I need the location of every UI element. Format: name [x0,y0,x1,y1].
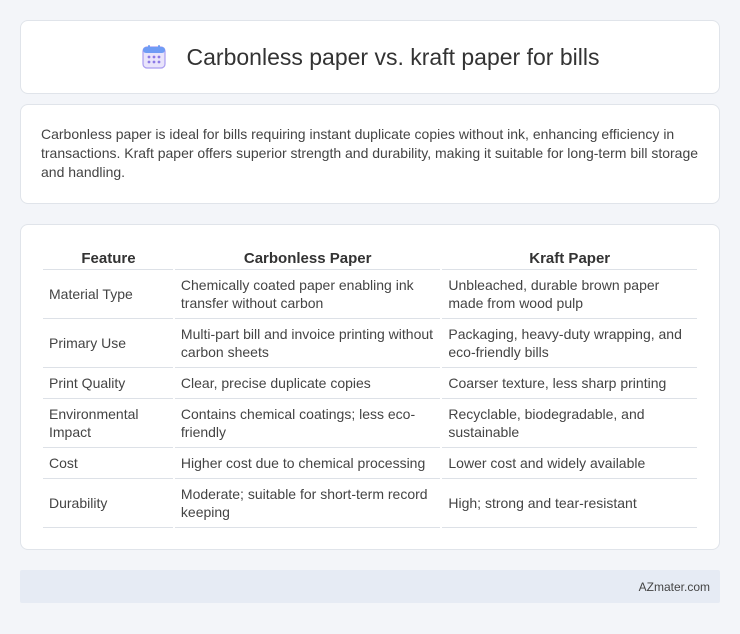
carbonless-cell: Multi-part bill and invoice printing wit… [173,318,443,368]
footer-source-link[interactable]: AZmater.com [639,580,710,594]
kraft-cell: Packaging, heavy-duty wrapping, and eco-… [441,318,699,368]
kraft-cell: Lower cost and widely available [441,447,699,479]
title-row: Carbonless paper vs. kraft paper for bil… [141,43,600,71]
carbonless-cell: Moderate; suitable for short-term record… [173,478,443,528]
feature-cell: Material Type [43,269,175,319]
header-feature: Feature [43,245,174,270]
summary-card: Carbonless paper is ideal for bills requ… [20,104,720,204]
carbonless-cell: Contains chemical coatings; less eco-fri… [173,398,443,448]
kraft-cell: Unbleached, durable brown paper made fro… [441,269,699,319]
header-carbonless: Carbonless Paper [173,245,442,270]
feature-cell: Primary Use [43,318,175,368]
comparison-table: Feature Carbonless Paper Kraft Paper Mat… [43,245,699,528]
summary-text: Carbonless paper is ideal for bills requ… [41,126,699,180]
header-kraft: Kraft Paper [441,245,698,270]
carbonless-cell: Chemically coated paper enabling ink tra… [173,269,443,319]
feature-cell: Cost [43,447,175,479]
table-row: Print Quality Clear, precise duplicate c… [43,367,699,399]
page-title: Carbonless paper vs. kraft paper for bil… [186,43,600,70]
comparison-table-card: Feature Carbonless Paper Kraft Paper Mat… [20,224,720,550]
kraft-cell: High; strong and tear-resistant [441,478,699,528]
table-row: Material Type Chemically coated paper en… [43,269,699,319]
table-header-row: Feature Carbonless Paper Kraft Paper [43,245,698,270]
calendar-icon [141,45,166,69]
footer-bar: AZmater.com [20,570,720,603]
carbonless-cell: Clear, precise duplicate copies [173,367,443,399]
title-card: Carbonless paper vs. kraft paper for bil… [20,20,720,94]
table-row: Durability Moderate; suitable for short-… [43,478,699,528]
feature-cell: Durability [43,478,175,528]
kraft-cell: Recyclable, biodegradable, and sustainab… [441,398,699,448]
table-row: Primary Use Multi-part bill and invoice … [43,318,699,368]
feature-cell: Print Quality [43,367,175,399]
carbonless-cell: Higher cost due to chemical processing [173,447,443,479]
feature-cell: Environmental Impact [43,398,175,448]
table-row: Cost Higher cost due to chemical process… [43,447,699,479]
table-row: Environmental Impact Contains chemical c… [43,398,699,448]
kraft-cell: Coarser texture, less sharp printing [441,367,699,399]
